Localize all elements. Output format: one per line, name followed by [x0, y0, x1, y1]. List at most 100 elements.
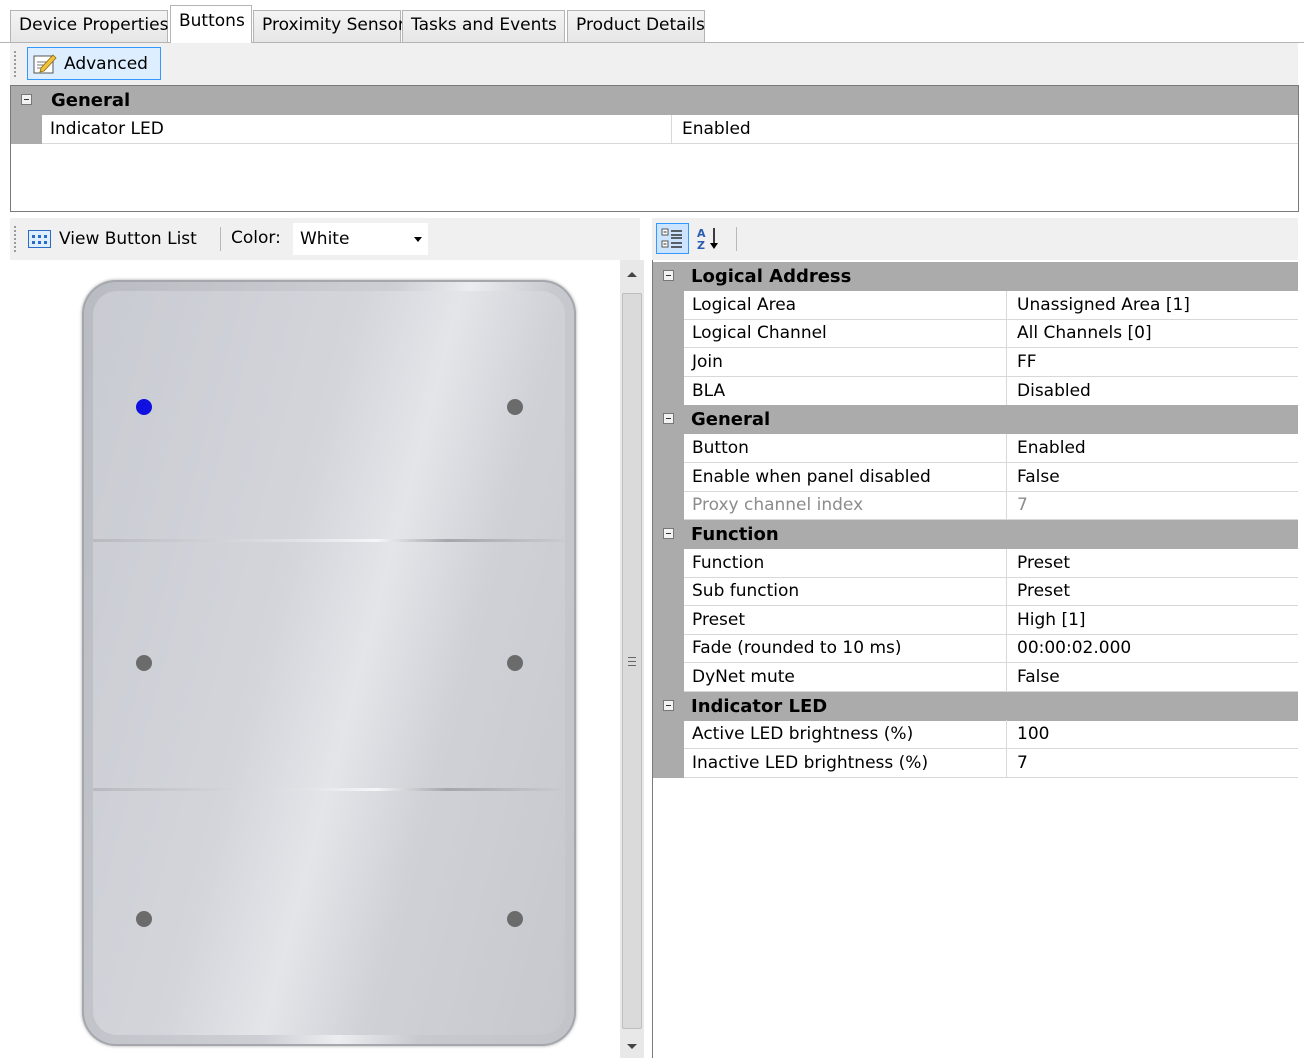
tab-buttons[interactable]: Buttons: [170, 5, 252, 43]
button-5-indicator[interactable]: [136, 911, 152, 927]
category-general[interactable]: General: [653, 405, 1298, 435]
collapse-icon[interactable]: [663, 699, 674, 711]
property-value[interactable]: 100: [1007, 720, 1298, 750]
category-general[interactable]: General: [11, 86, 1298, 115]
category-logical-address[interactable]: Logical Address: [653, 262, 1298, 291]
panel-canvas: [10, 260, 620, 1058]
button-divider: [93, 539, 565, 542]
property-row[interactable]: DyNet mute False: [653, 663, 1298, 693]
property-row[interactable]: BLA Disabled: [653, 376, 1298, 406]
property-name: Sub function: [684, 577, 1007, 607]
property-value[interactable]: Preset: [1007, 549, 1298, 578]
view-button-list-label: View Button List: [59, 229, 197, 249]
property-name: Inactive LED brightness (%): [684, 749, 1007, 779]
vertical-scrollbar[interactable]: [620, 260, 644, 1058]
row-margin: [653, 577, 684, 607]
property-name: Join: [684, 347, 1007, 377]
property-name: Indicator LED: [42, 115, 672, 144]
general-property-grid: General Indicator LED Enabled: [10, 85, 1299, 212]
edit-icon: [32, 53, 58, 75]
svg-text:Z: Z: [697, 239, 705, 252]
property-name: BLA: [684, 376, 1007, 406]
property-value[interactable]: Enabled: [1007, 434, 1298, 463]
button-toolbar: View Button List Color: White: [10, 218, 640, 260]
advanced-label: Advanced: [64, 53, 148, 74]
property-row[interactable]: Logical Area Unassigned Area [1]: [653, 290, 1298, 320]
top-toolbar: Advanced: [10, 43, 1298, 85]
row-margin: [653, 663, 684, 693]
property-value[interactable]: All Channels [0]: [1007, 319, 1298, 349]
property-name: Function: [684, 548, 1007, 578]
property-row[interactable]: Sub function Preset: [653, 577, 1298, 607]
button-1-indicator[interactable]: [136, 399, 152, 415]
toolbar-grip[interactable]: [14, 226, 17, 252]
property-value[interactable]: 7: [1007, 749, 1298, 779]
button-3-indicator[interactable]: [136, 655, 152, 671]
button-2-indicator[interactable]: [507, 399, 523, 415]
row-margin: [653, 319, 684, 349]
row-margin: [653, 462, 684, 492]
property-row[interactable]: Button Enabled: [653, 433, 1298, 463]
grip-icon: [628, 657, 636, 666]
collapse-icon[interactable]: [21, 94, 32, 105]
property-row[interactable]: Indicator LED Enabled: [11, 115, 1298, 144]
button-divider: [93, 788, 565, 791]
button-6-indicator[interactable]: [507, 911, 523, 927]
toolbar-grip[interactable]: [14, 51, 17, 77]
property-row[interactable]: Proxy channel index 7: [653, 491, 1298, 521]
property-row[interactable]: Logical Channel All Channels [0]: [653, 319, 1298, 349]
property-row[interactable]: Active LED brightness (%) 100: [653, 720, 1298, 750]
tab-proximity-sensor[interactable]: Proximity Sensor: [253, 10, 405, 42]
property-value[interactable]: False: [1007, 663, 1298, 693]
collapse-icon[interactable]: [663, 413, 674, 425]
property-value[interactable]: False: [1007, 463, 1298, 492]
row-margin: [653, 347, 684, 377]
tab-tasks-and-events[interactable]: Tasks and Events: [402, 10, 565, 42]
property-name: Preset: [684, 605, 1007, 635]
property-value[interactable]: 00:00:02.000: [1007, 634, 1298, 664]
row-margin: [653, 491, 684, 521]
button-4-indicator[interactable]: [507, 655, 523, 671]
alphabetical-button[interactable]: A Z: [695, 224, 725, 253]
property-row[interactable]: Preset High [1]: [653, 605, 1298, 635]
scroll-thumb[interactable]: [622, 293, 642, 1029]
sort-az-icon: A Z: [697, 227, 718, 252]
category-label: Logical Address: [691, 266, 852, 287]
categorized-button[interactable]: [656, 223, 689, 254]
property-value[interactable]: Enabled: [672, 115, 1298, 144]
row-margin: [653, 433, 684, 463]
row-margin: [653, 290, 684, 320]
property-name: Button: [684, 433, 1007, 463]
color-select[interactable]: White: [293, 223, 428, 255]
property-name: Active LED brightness (%): [684, 720, 1007, 750]
property-name: Logical Channel: [684, 319, 1007, 349]
list-icon: [28, 230, 51, 248]
tab-device-properties[interactable]: Device Properties: [10, 10, 168, 42]
property-value[interactable]: High [1]: [1007, 606, 1298, 635]
keypad-face: [93, 291, 565, 1035]
collapse-icon[interactable]: [663, 527, 674, 539]
property-value[interactable]: Preset: [1007, 577, 1298, 607]
view-button-list-button[interactable]: View Button List: [28, 226, 197, 252]
property-row[interactable]: Enable when panel disabled False: [653, 462, 1298, 492]
property-row[interactable]: Join FF: [653, 347, 1298, 377]
property-row[interactable]: Fade (rounded to 10 ms) 00:00:02.000: [653, 634, 1298, 664]
property-name: Fade (rounded to 10 ms): [684, 634, 1007, 664]
category-label: Indicator LED: [691, 695, 828, 717]
category-indicator-led[interactable]: Indicator LED: [653, 691, 1298, 721]
property-value[interactable]: Unassigned Area [1]: [1007, 291, 1298, 320]
property-value[interactable]: FF: [1007, 348, 1298, 377]
collapse-icon[interactable]: [663, 270, 674, 281]
keypad-panel: [82, 280, 576, 1046]
property-row[interactable]: Function Preset: [653, 548, 1298, 578]
color-label: Color:: [231, 228, 281, 248]
toolbar-separator: [220, 227, 221, 251]
advanced-button[interactable]: Advanced: [27, 47, 161, 80]
property-row[interactable]: Inactive LED brightness (%) 7: [653, 749, 1298, 779]
property-value[interactable]: Disabled: [1007, 377, 1298, 406]
category-function[interactable]: Function: [653, 519, 1298, 549]
tab-product-details[interactable]: Product Details: [567, 10, 705, 42]
chevron-down-icon[interactable]: [414, 237, 422, 242]
scroll-up-icon[interactable]: [627, 272, 637, 277]
scroll-down-icon[interactable]: [627, 1044, 637, 1049]
